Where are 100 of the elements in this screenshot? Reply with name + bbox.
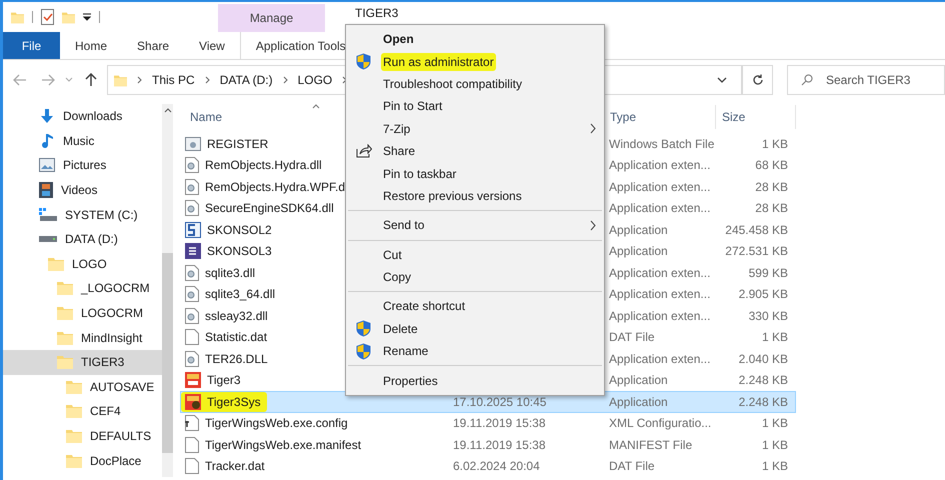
menu-item[interactable]: Rename xyxy=(346,340,604,362)
config-file-icon xyxy=(185,415,199,432)
menu-item[interactable]: Delete xyxy=(346,318,604,340)
sidebar-item[interactable]: TIGER3 xyxy=(3,350,162,375)
file-size: 599 KB xyxy=(748,264,788,282)
sidebar-item[interactable]: Music xyxy=(3,128,162,154)
file-type: Application exten... xyxy=(609,157,712,174)
file-name[interactable]: REGISTER xyxy=(207,134,268,153)
drive-icon xyxy=(39,236,57,242)
sidebar-item[interactable]: MindInsight xyxy=(3,325,162,350)
sidebar-item[interactable]: DEFAULTS xyxy=(3,424,162,448)
folder-icon xyxy=(57,281,73,296)
file-name[interactable]: ssleay32.dll xyxy=(205,306,268,325)
refresh-button[interactable] xyxy=(742,65,773,95)
menu-item[interactable]: Properties xyxy=(346,369,604,392)
menu-item[interactable]: Share xyxy=(346,140,604,162)
file-name[interactable]: Tiger3 xyxy=(207,371,241,390)
app-logo-icon xyxy=(185,222,201,238)
sidebar-item[interactable]: SYSTEM (C:) xyxy=(3,202,162,227)
file-icon xyxy=(185,458,199,474)
sidebar-item[interactable]: AUTOSAVE xyxy=(3,374,162,400)
sidebar-item[interactable]: Pictures xyxy=(3,153,162,178)
app-logo-icon xyxy=(185,394,201,410)
breadcrumb-item[interactable]: DATA (D:) xyxy=(220,71,273,89)
menu-item[interactable]: Send to xyxy=(346,214,604,237)
search-field[interactable]: Search TIGER3 xyxy=(787,65,945,95)
file-size: 28 KB xyxy=(754,200,788,218)
file-size: 2.248 KB xyxy=(738,394,788,411)
file-size: 272.531 KB xyxy=(724,243,788,260)
search-icon xyxy=(801,74,813,86)
chevron-right-icon[interactable] xyxy=(204,76,210,84)
sidebar-item[interactable]: LOGOCRM xyxy=(3,300,162,326)
sidebar-item[interactable]: DATA (D:) xyxy=(3,226,162,252)
context-tab-header: Manage xyxy=(218,4,325,32)
file-size: 2.248 KB xyxy=(738,372,788,390)
folder-icon xyxy=(66,404,82,418)
sidebar-item[interactable]: Videos xyxy=(3,178,162,202)
breadcrumb-item[interactable]: This PC xyxy=(152,71,195,89)
date-modified: 17.10.2025 10:45 xyxy=(453,394,546,409)
download-arrow-icon xyxy=(39,108,55,124)
menu-item[interactable]: Cut xyxy=(346,244,604,266)
column-header[interactable]: Size xyxy=(716,104,796,128)
file-name[interactable]: SKONSOL3 xyxy=(207,242,272,260)
properties-icon[interactable] xyxy=(41,9,54,25)
file-type: Windows Batch File xyxy=(609,136,713,153)
file-name[interactable]: TER26.DLL xyxy=(205,350,268,368)
scrollbar[interactable] xyxy=(162,104,174,477)
ribbon-tab[interactable]: Share xyxy=(122,32,184,59)
file-name[interactable]: Tracker.dat xyxy=(205,457,265,476)
sidebar-item[interactable]: CEF4 xyxy=(3,399,162,424)
breadcrumb-item[interactable]: LOGO xyxy=(298,71,332,89)
sidebar-item[interactable]: _LOGOCRM xyxy=(3,276,162,301)
file-type: DAT File xyxy=(609,329,656,346)
sidebar-item[interactable]: DocPlace xyxy=(3,448,162,473)
sidebar-item[interactable]: Downloads xyxy=(3,104,162,129)
file-type: Application xyxy=(609,372,669,390)
chevron-right-icon[interactable] xyxy=(137,76,142,84)
share-icon xyxy=(356,144,372,158)
file-name[interactable]: SKONSOL2 xyxy=(207,220,272,239)
shield-icon xyxy=(356,342,371,360)
file-name[interactable]: sqlite3.dll xyxy=(205,264,256,282)
menu-item[interactable]: Troubleshoot compatibility xyxy=(346,72,604,96)
menu-item[interactable]: Pin to taskbar xyxy=(346,162,604,185)
file-name[interactable]: RemObjects.Hydra.dll xyxy=(205,156,322,174)
ribbon-tab[interactable]: Home xyxy=(60,32,122,59)
date-modified: 19.11.2019 15:38 xyxy=(453,416,546,430)
picture-icon xyxy=(39,158,55,172)
file-name[interactable]: TigerWingsWeb.exe.manifest xyxy=(205,436,362,454)
chevron-down-icon[interactable] xyxy=(717,76,727,84)
app-logo-icon xyxy=(185,372,201,388)
file-size: 2.905 KB xyxy=(738,286,788,304)
file-name[interactable]: RemObjects.Hydra.WPF.d xyxy=(205,178,346,196)
file-name[interactable]: Statistic.dat xyxy=(205,328,268,346)
file-type: Application xyxy=(609,222,669,239)
shield-icon xyxy=(356,320,371,338)
file-name[interactable]: sqlite3_64.dll xyxy=(205,285,276,304)
file-type: MANIFEST File xyxy=(609,436,694,454)
menu-item[interactable]: Create shortcut xyxy=(346,295,604,318)
file-type: XML Configuratio... xyxy=(609,415,712,432)
ribbon-tab[interactable]: File xyxy=(3,32,60,59)
file-size: 2.040 KB xyxy=(738,350,788,368)
menu-item[interactable]: Restore previous versions xyxy=(346,184,604,208)
file-name[interactable]: SecureEngineSDK64.dll xyxy=(205,199,334,218)
file-icon xyxy=(185,329,199,346)
sidebar-item[interactable]: LOGO xyxy=(3,252,162,276)
scroll-up-icon[interactable] xyxy=(164,108,172,113)
folder-icon xyxy=(57,330,73,345)
folder-icon xyxy=(57,355,73,370)
file-type: Application exten... xyxy=(609,286,712,304)
dropdown-caret-icon[interactable] xyxy=(83,13,91,21)
app-logo-icon xyxy=(185,243,201,260)
ribbon-tab[interactable]: View xyxy=(184,32,240,59)
up-arrow-icon[interactable] xyxy=(85,73,97,87)
file-type: Application exten... xyxy=(609,178,712,196)
file-name[interactable]: TigerWingsWeb.exe.config xyxy=(205,414,348,432)
music-note-icon xyxy=(39,132,55,149)
selected-file-row[interactable]: Tiger3Sys 17.10.2025 10:45 Application 2.248 KB xyxy=(180,391,796,412)
file-size: 330 KB xyxy=(748,308,788,325)
chevron-right-icon[interactable] xyxy=(282,76,288,84)
menu-item[interactable]: Copy xyxy=(346,266,604,288)
